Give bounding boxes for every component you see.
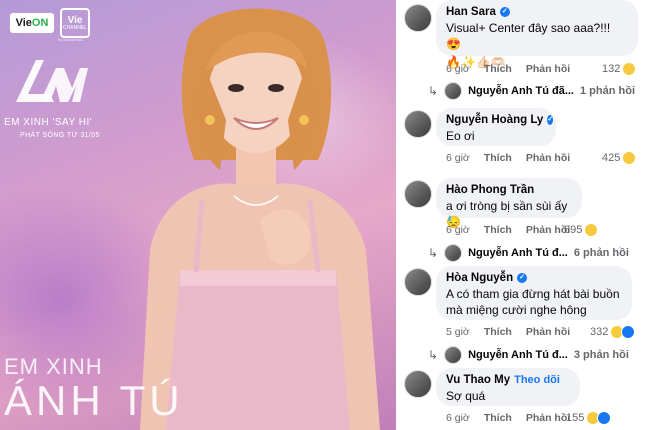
avatar — [444, 82, 463, 100]
reaction-summary[interactable]: 155 — [566, 411, 612, 425]
show-logo-mark — [16, 60, 88, 102]
comment-actions: 6 giờ Thích Phản hồi — [446, 152, 570, 164]
comment-actions: 6 giờ Thích Phản hồi — [446, 412, 570, 424]
like-button[interactable]: Thích — [484, 63, 512, 75]
reaction-summary[interactable]: 132 — [602, 62, 637, 76]
vie-channel-logo: Vie CHANNEL — [60, 8, 90, 38]
reaction-count: 695 — [564, 224, 583, 236]
like-reaction-icon — [621, 325, 636, 339]
comment-author[interactable]: Hào Phong Trần — [446, 184, 572, 196]
reaction-count: 155 — [566, 412, 585, 424]
avatar — [444, 346, 463, 364]
comment-bubble: Hòa Nguyễn ✓ A có tham gia đừng hát bài … — [436, 266, 632, 320]
reaction-count: 332 — [590, 326, 609, 338]
avatar[interactable] — [404, 110, 432, 138]
comment-actions: 5 giờ Thích Phản hồi — [446, 326, 570, 338]
show-date: PHÁT SÓNG TỪ 31/05 — [20, 132, 100, 139]
like-button[interactable]: Thích — [484, 412, 512, 424]
verified-badge-icon: ✓ — [499, 7, 510, 17]
comment-text: Visual+ Center đây sao aaa?!!! 😍 — [446, 21, 611, 52]
comment-bubble: Han Sara ✓ Visual+ Center đây sao aaa?!!… — [436, 0, 638, 69]
avatar[interactable] — [404, 268, 432, 296]
avatar[interactable] — [404, 180, 432, 208]
comment-bubble: Nguyễn Hoàng Ly ✓ Eo ơi — [436, 108, 556, 146]
comment-bubble: Hào Phong Trần a ơi tròng bị sần sùi ấy … — [436, 178, 582, 229]
comment-actions: 6 giờ Thích Phản hồi — [446, 224, 570, 236]
like-reaction-icon — [597, 411, 612, 425]
reaction-count: 425 — [602, 152, 621, 164]
show-poster: Vie ON Vie CHANNEL by DatVietVAC EM XINH … — [0, 0, 396, 430]
avatar — [444, 244, 463, 262]
comment-text: A có tham gia đừng hát bài buồn mà miệng… — [446, 287, 620, 318]
comment-time: 6 giờ — [446, 412, 470, 424]
comment-time: 6 giờ — [446, 152, 470, 164]
haha-reaction-icon — [622, 62, 637, 76]
comment-text: Eo ơi — [446, 129, 475, 143]
comment-author[interactable]: Nguyễn Hoàng Ly ✓ — [446, 114, 554, 126]
reply-button[interactable]: Phản hồi — [526, 412, 570, 424]
like-button[interactable]: Thích — [484, 152, 512, 164]
comments-panel: Han Sara ✓ Visual+ Center đây sao aaa?!!… — [396, 0, 645, 430]
comment-actions: 6 giờ Thích Phản hồi — [446, 63, 570, 75]
performer-illustration — [140, 8, 380, 430]
reaction-summary[interactable]: 695 — [564, 223, 599, 237]
comment-author[interactable]: Vu Thao My Theo dõi — [446, 374, 570, 386]
reply-button[interactable]: Phản hồi — [526, 152, 570, 164]
reaction-summary[interactable]: 425 — [602, 151, 637, 165]
performer-name: ÁNH TÚ — [4, 377, 184, 424]
follow-button[interactable]: Theo dõi — [514, 374, 560, 386]
reaction-summary[interactable]: 332 — [590, 325, 636, 339]
comment-author[interactable]: Han Sara ✓ — [446, 6, 628, 18]
avatar[interactable] — [404, 4, 432, 32]
vieon-logo: Vie ON — [10, 13, 54, 33]
show-title: EM XINH 'SAY HI' — [4, 117, 93, 128]
reply-arrow-icon: ↳ — [428, 348, 439, 362]
like-button[interactable]: Thích — [484, 224, 512, 236]
haha-reaction-icon — [584, 223, 599, 237]
comment-text: Sợ quá — [446, 389, 486, 403]
reply-arrow-icon: ↳ — [428, 84, 439, 98]
comment-bubble: Vu Thao My Theo dõi Sợ quá — [436, 368, 580, 406]
reply-button[interactable]: Phản hồi — [526, 326, 570, 338]
reply-summary[interactable]: ↳ Nguyễn Anh Tú đã... 1 phản hồi — [428, 82, 635, 100]
comment-time: 6 giờ — [446, 224, 470, 236]
verified-badge-icon: ✓ — [547, 115, 554, 125]
comment-time: 5 giờ — [446, 326, 470, 338]
haha-reaction-icon — [622, 151, 637, 165]
reply-summary[interactable]: ↳ Nguyễn Anh Tú đ... 6 phản hồi — [428, 244, 629, 262]
logo-subtitle: by DatVietVAC — [58, 37, 85, 42]
reply-summary[interactable]: ↳ Nguyễn Anh Tú đ... 3 phản hồi — [428, 346, 629, 364]
reply-arrow-icon: ↳ — [428, 246, 439, 260]
reaction-count: 132 — [602, 63, 621, 75]
comment-author[interactable]: Hòa Nguyễn ✓ — [446, 272, 622, 284]
reply-button[interactable]: Phản hồi — [526, 63, 570, 75]
comment-time: 6 giờ — [446, 63, 470, 75]
like-button[interactable]: Thích — [484, 326, 512, 338]
verified-badge-icon: ✓ — [517, 273, 528, 283]
avatar[interactable] — [404, 370, 432, 398]
logo-bar: Vie ON Vie CHANNEL — [10, 8, 90, 38]
